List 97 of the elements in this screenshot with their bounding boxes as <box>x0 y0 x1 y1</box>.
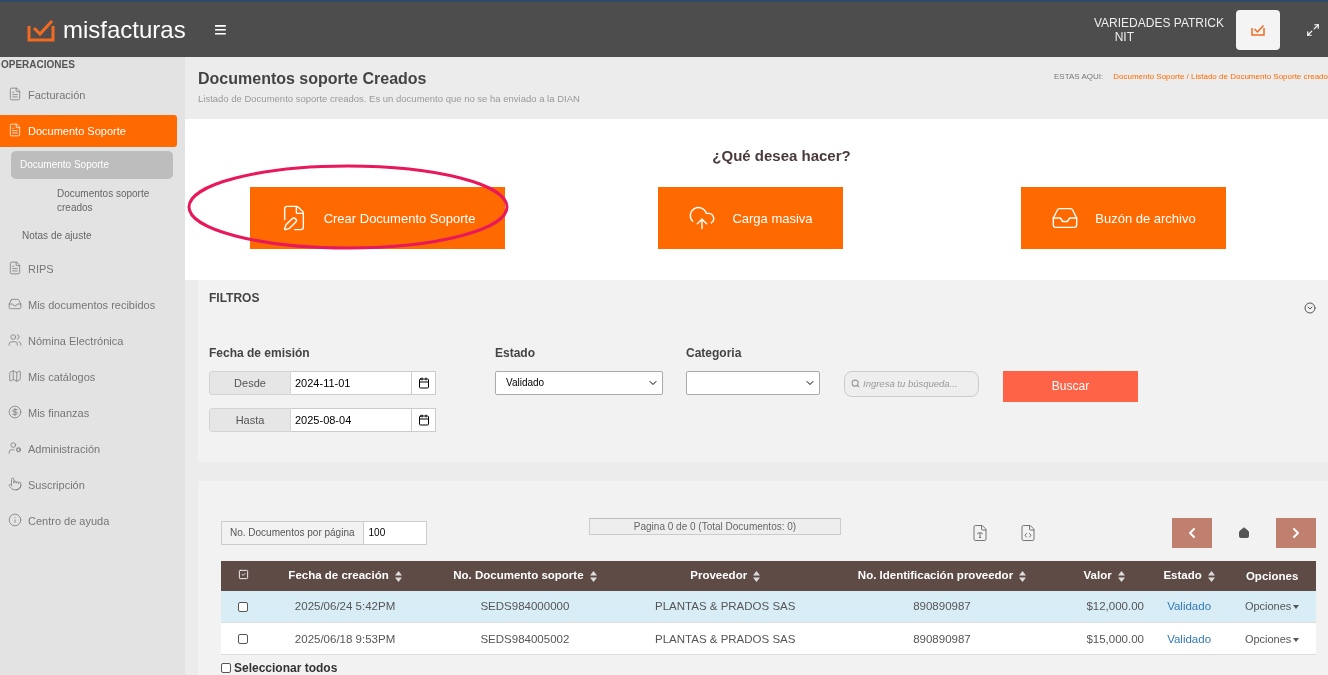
select-all-label: Seleccionar todos <box>234 661 338 675</box>
status-link[interactable]: Validado <box>1167 600 1212 613</box>
sort-icon <box>1117 570 1125 582</box>
inbox-icon <box>8 297 22 311</box>
date-field[interactable]: 2025-08-04 <box>291 407 412 432</box>
brand-name: misfacturas <box>63 15 186 44</box>
field-label: Desde <box>209 370 291 395</box>
column-header[interactable]: No. Identificación proveedor <box>825 560 1059 591</box>
table-cell: $15,000.00 <box>1058 622 1150 655</box>
table-cell: 890890987 <box>825 622 1059 655</box>
search-icon <box>851 379 860 389</box>
table-cell: PLANTAS & PRADOS SAS <box>624 590 826 623</box>
table-cell: 2025/06/24 5:42PM <box>265 590 426 623</box>
table-row[interactable]: 2025/06/18 9:53PM SEDS984005002 PLANTAS & PRADOS SAS 890890987 $15,000.00 Validado Opciones <box>221 622 1316 655</box>
column-header[interactable]: Fecha de creación <box>265 560 426 591</box>
sort-icon <box>394 570 402 582</box>
status-dropdown[interactable]: Validado <box>495 370 663 395</box>
field-label: Hasta <box>209 407 291 432</box>
sidebar-item[interactable]: Facturación <box>0 79 177 111</box>
sidebar-item[interactable]: Centro de ayuda <box>0 505 177 537</box>
actions-question: ¿Qué desea hacer? <box>712 147 851 165</box>
caret-icon <box>1293 605 1300 610</box>
field-label: Fecha de emisión <box>209 345 311 362</box>
sort-icon <box>1019 570 1027 582</box>
search-button[interactable]: Buscar <box>1003 370 1138 402</box>
sidebar-item[interactable]: RIPS <box>0 253 177 285</box>
info-icon <box>8 513 22 527</box>
action-button[interactable]: Crear Documento Soporte <box>249 187 506 250</box>
date-field[interactable]: 2024-11-01 <box>291 370 412 395</box>
sidebar-subitem[interactable]: Documentos soporte creados <box>0 181 173 221</box>
status-link[interactable]: Validado <box>1167 632 1212 645</box>
row-checkbox[interactable] <box>238 602 248 613</box>
pdf-file-icon[interactable] <box>971 523 989 542</box>
calendar-icon[interactable] <box>417 413 430 426</box>
map-icon <box>8 369 22 383</box>
breadcrumb-label: ESTAS AQUI: <box>1054 72 1104 83</box>
logo-icon <box>1251 23 1265 36</box>
company-nit: NIT <box>1114 29 1134 44</box>
logo-icon <box>27 17 55 42</box>
sidebar-item[interactable]: Mis documentos recibidos <box>0 289 177 321</box>
options-dropdown[interactable]: Opciones <box>1244 600 1300 613</box>
row-checkbox[interactable] <box>238 634 248 645</box>
field-label: No. Documentos por página <box>221 520 364 545</box>
sidebar-item[interactable]: Suscripción <box>0 469 177 501</box>
page-subtitle: Listado de Documento soporte creados. Es un documento que no se ha enviado a la DIAN <box>198 93 580 104</box>
sort-icon <box>753 570 761 582</box>
column-header[interactable]: Opciones <box>1228 560 1316 591</box>
home-icon[interactable] <box>1238 526 1250 539</box>
sidebar-item[interactable]: Administración <box>0 433 177 465</box>
sort-icon <box>589 570 597 582</box>
sidebar-section-title: OPERACIONES <box>0 59 76 72</box>
breadcrumb-link[interactable]: Documento Soporte / Listado de Documento Soporte creado <box>1113 72 1328 120</box>
page-title: Documentos soporte Creados <box>198 70 428 88</box>
menu-icon[interactable]: ≡ <box>214 16 227 43</box>
hand-icon <box>8 477 22 491</box>
sidebar-item[interactable]: Nómina Electrónica <box>0 325 177 357</box>
table-cell: $12,000.00 <box>1058 590 1150 623</box>
people-gear-icon <box>8 441 22 455</box>
sort-icon <box>1207 570 1215 582</box>
field-label: Estado <box>495 345 536 362</box>
document-icon <box>8 261 22 275</box>
field-label: Categoria <box>686 345 743 362</box>
column-header[interactable]: Proveedor <box>624 560 826 591</box>
search-field[interactable]: Ingresa tu búsqueda... <box>844 370 979 397</box>
table-cell: 890890987 <box>825 590 1059 623</box>
table-cell: SEDS984005002 <box>425 622 625 655</box>
column-header[interactable]: No. Documento soporte <box>425 560 625 591</box>
document-icon <box>8 87 22 101</box>
per-page-field[interactable]: 100 <box>363 520 427 545</box>
select-all-checkbox[interactable] <box>221 663 231 673</box>
previous-page-button[interactable] <box>1172 517 1212 548</box>
people-icon <box>8 333 22 347</box>
table-cell: PLANTAS & PRADOS SAS <box>624 622 826 655</box>
pagination-info: Pagina 0 de 0 (Total Documentos: 0) <box>589 518 841 535</box>
column-header[interactable]: Valor <box>1058 560 1150 591</box>
filters-title: FILTROS <box>209 290 261 305</box>
caret-icon <box>1293 637 1300 642</box>
code-file-icon[interactable] <box>1019 523 1037 542</box>
column-header[interactable]: Estado <box>1150 560 1229 591</box>
calendar-icon[interactable] <box>417 376 430 389</box>
sidebar-item[interactable]: Mis finanzas <box>0 397 177 429</box>
company-name: VARIEDADES PATRICK <box>1093 15 1224 30</box>
sidebar-subitem[interactable]: Notas de ajuste <box>0 223 173 249</box>
fullscreen-icon[interactable] <box>1306 22 1320 37</box>
sidebar-item[interactable]: Documento Soporte <box>0 115 177 147</box>
document-icon <box>8 123 22 137</box>
sidebar-item[interactable]: Mis catálogos <box>0 361 177 393</box>
options-dropdown[interactable]: Opciones <box>1244 632 1300 645</box>
next-page-button[interactable] <box>1276 517 1316 548</box>
dollar-icon <box>8 405 22 419</box>
collapse-icon[interactable] <box>1304 301 1316 314</box>
table-cell: 2025/06/18 9:53PM <box>265 622 426 655</box>
action-button[interactable]: Carga masiva <box>658 187 843 250</box>
checkbox-icon <box>237 569 249 580</box>
table-header[interactable] <box>221 560 265 591</box>
action-button[interactable]: Buzón de archivo <box>1021 187 1226 250</box>
table-cell: SEDS984000000 <box>425 590 625 623</box>
